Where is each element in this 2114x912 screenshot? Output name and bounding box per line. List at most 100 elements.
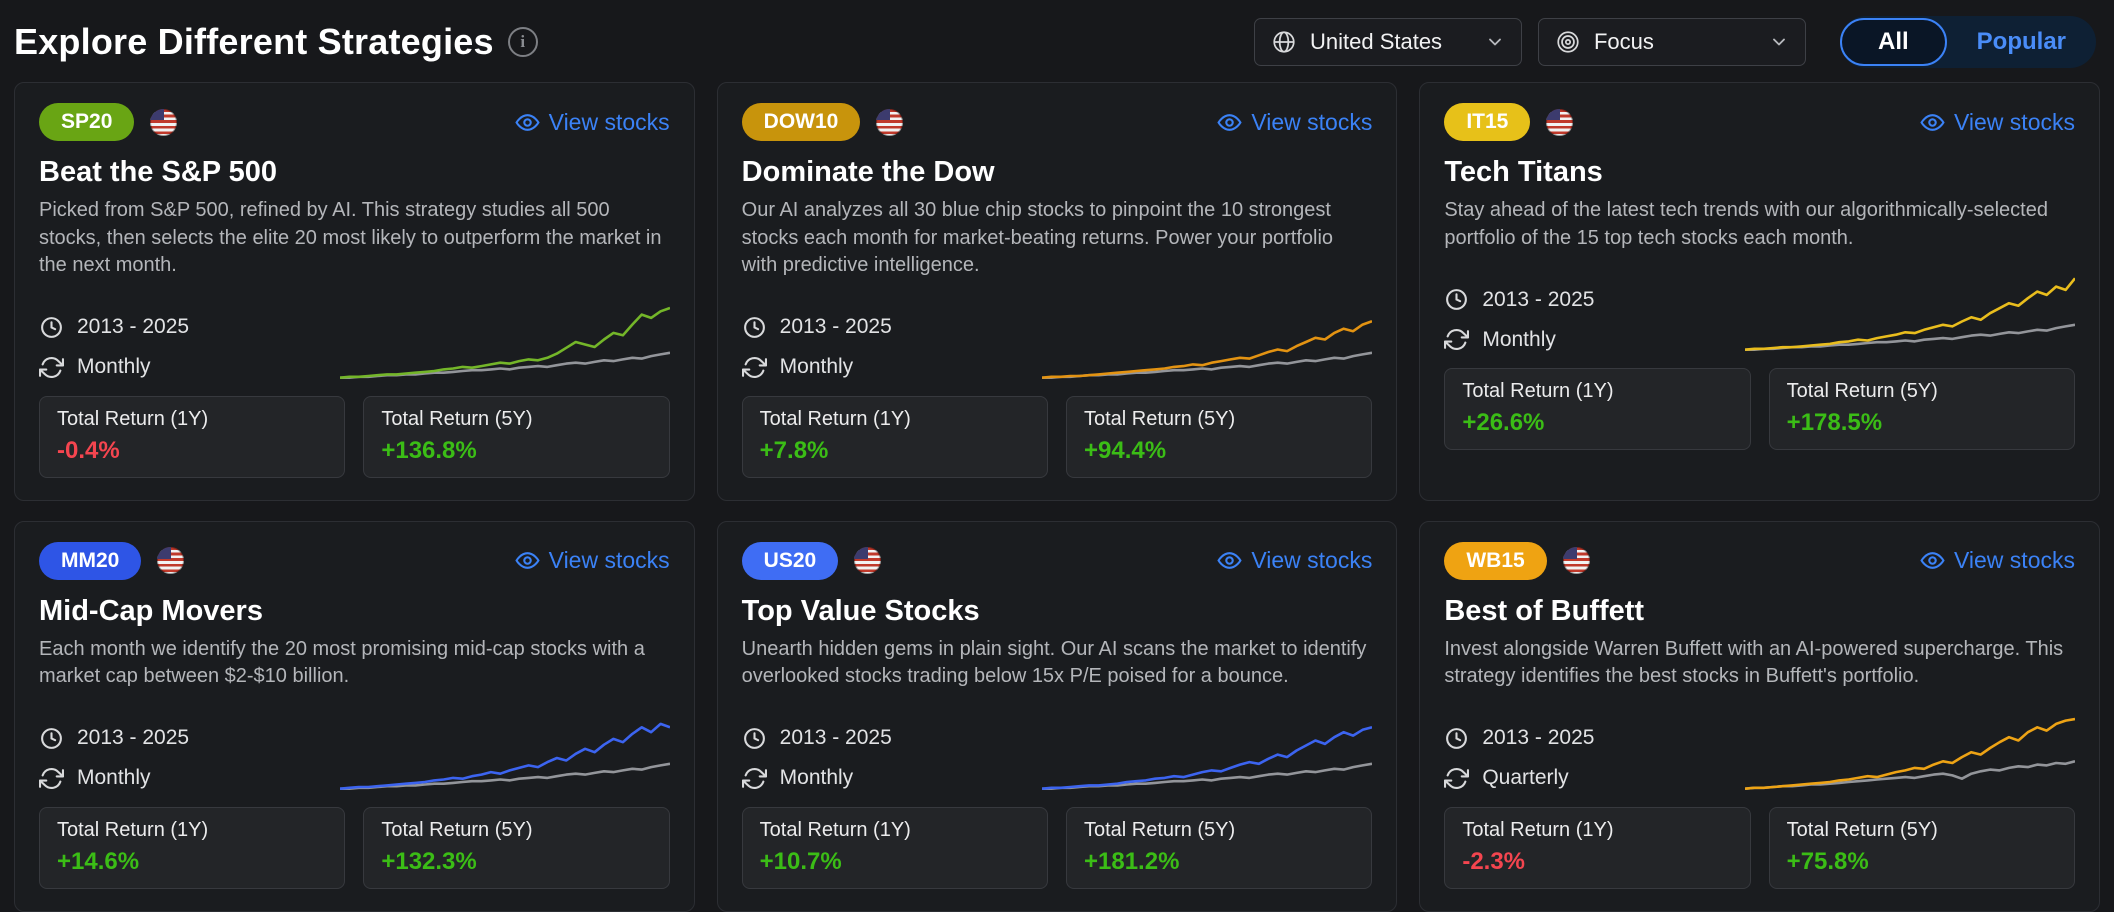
- refresh-icon: [741, 767, 767, 789]
- performance-sparkline: [339, 722, 670, 790]
- page-title: Explore Different Strategies: [14, 21, 494, 62]
- country-select[interactable]: United States: [1253, 18, 1522, 66]
- strategy-card: WB15 View stocks Best of Buffett Invest …: [1419, 520, 2100, 912]
- meta-column: 2013 - 2025 Monthly: [741, 726, 892, 795]
- meta-column: 2013 - 2025 Monthly: [39, 315, 189, 384]
- eye-icon: [1217, 113, 1242, 131]
- clock-icon: [743, 728, 765, 749]
- focus-select[interactable]: Focus: [1537, 18, 1806, 66]
- period-label: 2013 - 2025: [77, 726, 190, 750]
- us-flag-icon: [1546, 108, 1574, 136]
- card-header: WB15 View stocks: [1444, 541, 2075, 580]
- stat-value: +14.6%: [57, 847, 140, 875]
- info-icon[interactable]: i: [507, 27, 538, 57]
- view-stocks-label: View stocks: [1251, 547, 1373, 574]
- backtest-period: 2013 - 2025: [39, 726, 189, 751]
- period-label: 2013 - 2025: [77, 315, 190, 339]
- strategy-card: SP20 View stocks Beat the S&P 500 Picked…: [14, 82, 695, 501]
- frequency-label: Quarterly: [1482, 766, 1569, 790]
- chevron-down-icon: [1773, 38, 1785, 46]
- total-return-1y-box: Total Return (1Y) +10.7%: [741, 806, 1048, 889]
- backtest-period: 2013 - 2025: [39, 315, 189, 340]
- card-header: US20 View stocks: [741, 541, 1372, 580]
- view-stocks-link[interactable]: View stocks: [1217, 547, 1372, 574]
- backtest-period: 2013 - 2025: [1444, 287, 1594, 312]
- focus-select-value: Focus: [1593, 29, 1654, 54]
- total-return-5y-box: Total Return (5Y) +75.8%: [1768, 806, 2076, 889]
- eye-icon: [1217, 552, 1242, 570]
- view-stocks-label: View stocks: [548, 108, 670, 135]
- strategy-title: Mid-Cap Movers: [39, 594, 263, 627]
- total-return-1y-box: Total Return (1Y) +7.8%: [741, 395, 1048, 478]
- total-return-5y-box: Total Return (5Y) +94.4%: [1066, 395, 1373, 478]
- stat-value: +132.3%: [381, 847, 477, 875]
- view-stocks-link[interactable]: View stocks: [1920, 547, 2075, 574]
- meta-column: 2013 - 2025 Monthly: [741, 315, 892, 384]
- stat-label: Total Return (5Y): [1084, 407, 1236, 430]
- refresh-icon: [741, 356, 767, 378]
- stat-value: +10.7%: [759, 847, 842, 875]
- card-header: IT15 View stocks: [1444, 103, 2075, 141]
- clock-icon: [1446, 728, 1468, 749]
- meta-and-chart: 2013 - 2025 Monthly: [1444, 264, 2075, 356]
- meta-and-chart: 2013 - 2025 Monthly: [741, 703, 1373, 795]
- frequency-label: Monthly: [77, 355, 151, 379]
- view-stocks-link[interactable]: View stocks: [515, 109, 670, 136]
- period-label: 2013 - 2025: [779, 315, 892, 339]
- strategy-description: Our AI analyzes all 30 blue chip stocks …: [741, 199, 1334, 277]
- header-controls: United States Focus All Popular: [1253, 16, 2096, 68]
- view-stocks-link[interactable]: View stocks: [515, 547, 670, 574]
- strategy-title: Best of Buffett: [1444, 594, 1645, 627]
- stat-value: -0.4%: [57, 436, 120, 464]
- clock-icon: [743, 316, 765, 338]
- period-label: 2013 - 2025: [779, 726, 892, 750]
- strategy-card: DOW10 View stocks Dominate the Dow Our A…: [716, 82, 1398, 501]
- strategy-card: IT15 View stocks Tech Titans Stay ahead …: [1419, 82, 2100, 501]
- strategy-title: Top Value Stocks: [741, 594, 980, 627]
- meta-column: 2013 - 2025 Monthly: [1444, 287, 1594, 356]
- eye-icon: [515, 113, 540, 131]
- strategy-badge: US20: [741, 541, 839, 580]
- strategy-description: Stay ahead of the latest tech trends wit…: [1444, 199, 2048, 249]
- period-label: 2013 - 2025: [1482, 287, 1595, 311]
- total-return-1y-box: Total Return (1Y) +26.6%: [1444, 368, 1751, 451]
- strategy-title: Beat the S&P 500: [39, 156, 278, 188]
- view-stocks-link[interactable]: View stocks: [1920, 109, 2075, 136]
- meta-and-chart: 2013 - 2025 Quarterly: [1444, 703, 2075, 795]
- eye-icon: [1920, 113, 1945, 131]
- strategy-badge: WB15: [1444, 541, 1547, 580]
- backtest-period: 2013 - 2025: [742, 315, 892, 340]
- refresh-icon: [39, 767, 64, 789]
- rebalance-frequency: Quarterly: [1444, 766, 1594, 791]
- stats-row: Total Return (1Y) +26.6% Total Return (5…: [1444, 368, 2076, 451]
- filter-option-all[interactable]: All: [1839, 18, 1947, 66]
- strategy-description: Invest alongside Warren Buffett with an …: [1444, 637, 2064, 688]
- meta-and-chart: 2013 - 2025 Monthly: [39, 703, 670, 795]
- view-stocks-label: View stocks: [548, 547, 670, 574]
- total-return-5y-box: Total Return (5Y) +136.8%: [363, 395, 670, 478]
- stat-label: Total Return (5Y): [1084, 818, 1236, 841]
- performance-sparkline: [1745, 717, 2075, 790]
- filter-option-popular[interactable]: Popular: [1947, 28, 2096, 56]
- clock-icon: [41, 316, 62, 338]
- frequency-label: Monthly: [77, 766, 151, 790]
- strategy-card: MM20 View stocks Mid-Cap Movers Each mon…: [14, 520, 695, 912]
- stat-value: +178.5%: [1786, 409, 1883, 437]
- stat-label: Total Return (1Y): [759, 818, 911, 841]
- performance-sparkline: [339, 306, 670, 379]
- meta-and-chart: 2013 - 2025 Monthly: [741, 292, 1373, 384]
- target-icon: [1557, 31, 1579, 53]
- strategy-description: Each month we identify the 20 most promi…: [39, 637, 645, 688]
- stat-value: +26.6%: [1462, 409, 1545, 437]
- strategy-badge: DOW10: [741, 103, 861, 141]
- stats-row: Total Return (1Y) +14.6% Total Return (5…: [39, 806, 670, 889]
- page-header: Explore Different Strategies i United St…: [0, 0, 2114, 80]
- eye-icon: [515, 552, 540, 570]
- strategy-title: Dominate the Dow: [741, 156, 995, 188]
- view-stocks-link[interactable]: View stocks: [1217, 109, 1372, 136]
- stat-value: +181.2%: [1084, 847, 1180, 875]
- stat-value: +7.8%: [759, 436, 829, 464]
- stat-value: +136.8%: [381, 436, 477, 464]
- filter-toggle: All Popular: [1839, 16, 2096, 68]
- backtest-period: 2013 - 2025: [1444, 726, 1594, 751]
